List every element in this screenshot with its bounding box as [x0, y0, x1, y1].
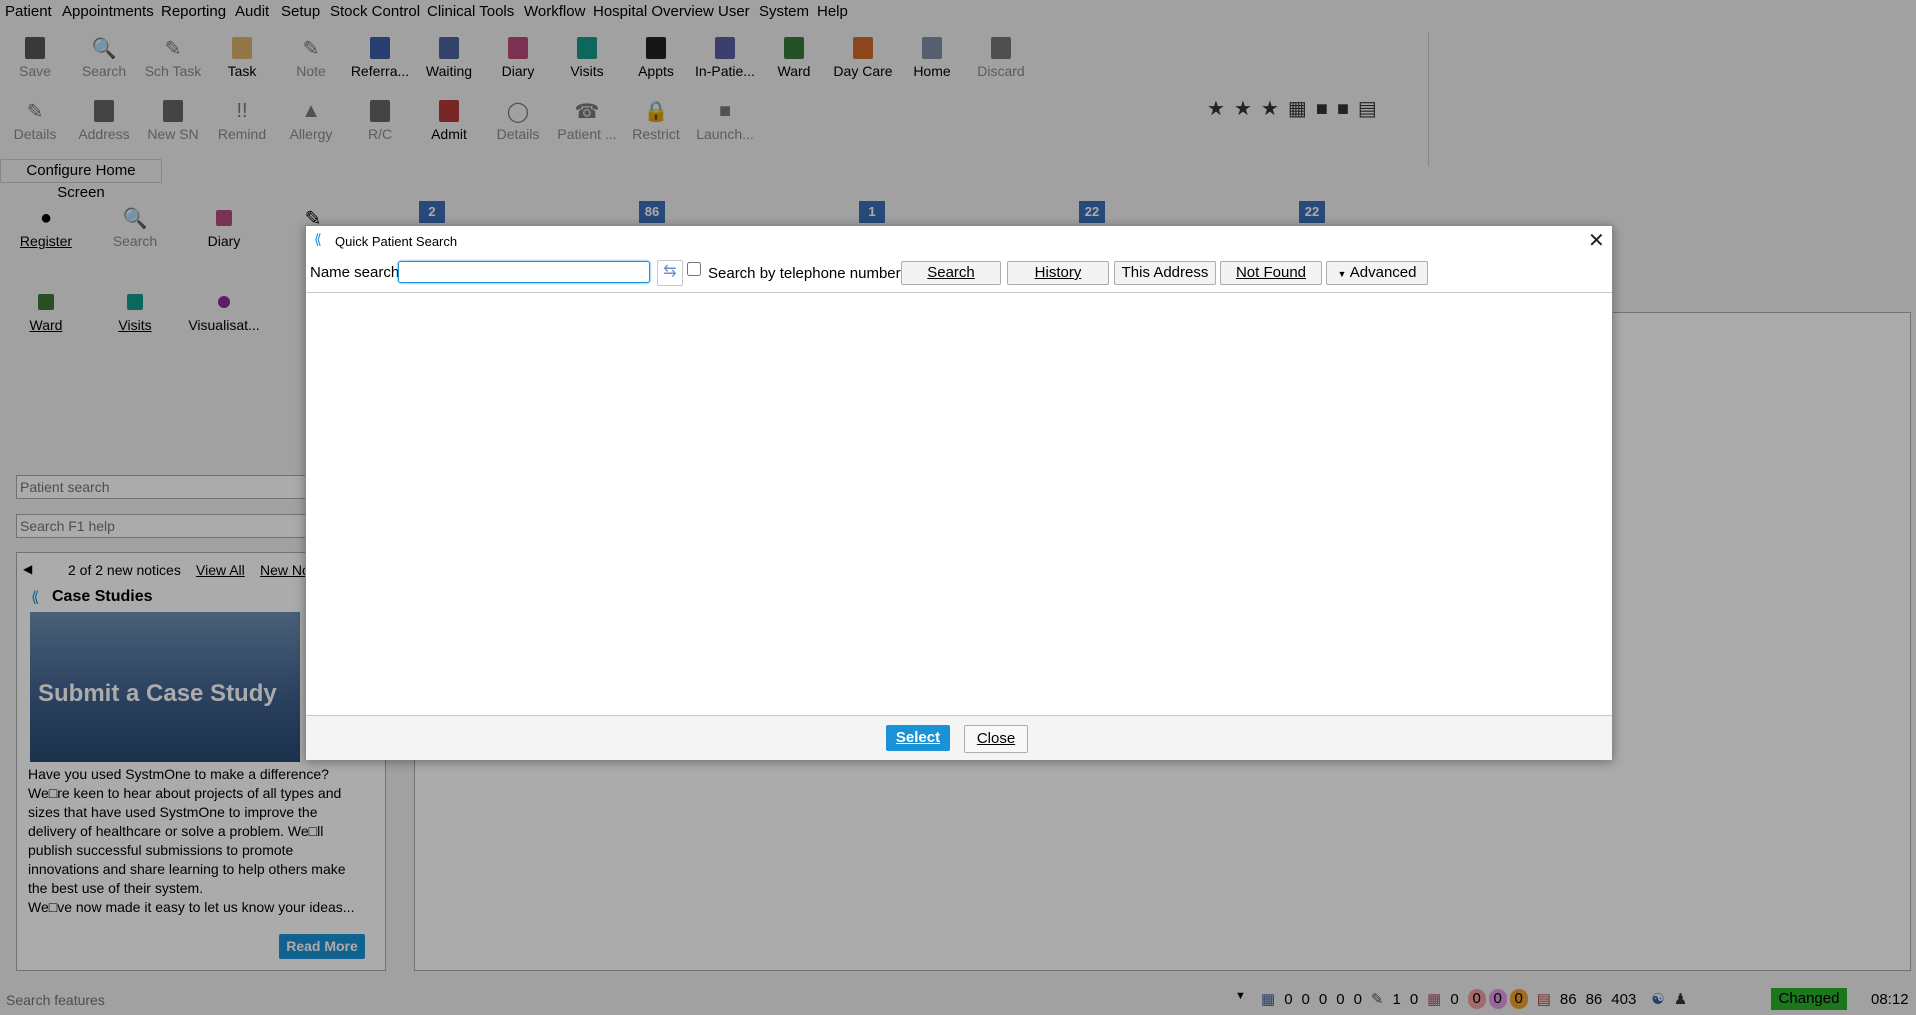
dialog-footer: [306, 715, 1612, 760]
select-button[interactable]: Select: [886, 725, 950, 751]
telephone-search-label: Search by telephone number: [708, 265, 901, 282]
search-results-list[interactable]: [306, 293, 1612, 715]
telephone-search-checkbox[interactable]: [687, 262, 701, 276]
this-address-button[interactable]: This Address: [1114, 261, 1216, 285]
swap-name-order-icon[interactable]: ⇆: [657, 260, 683, 286]
dialog-title: Quick Patient Search: [335, 234, 458, 249]
close-button[interactable]: Close: [964, 725, 1028, 753]
not-found-button[interactable]: Not Found: [1220, 261, 1322, 285]
expand-chevron-icon: ▼: [1337, 269, 1347, 279]
search-button[interactable]: Search: [901, 261, 1001, 285]
close-icon[interactable]: ✕: [1588, 228, 1605, 253]
systmone-logo-icon: ⟪: [314, 231, 322, 247]
quick-patient-search-dialog: ⟪ Quick Patient Search ✕ Name search ⇆ S…: [305, 225, 1613, 760]
name-search-label: Name search: [310, 264, 400, 281]
dialog-titlebar[interactable]: ⟪ Quick Patient Search ✕: [306, 226, 1612, 256]
history-button[interactable]: History: [1007, 261, 1109, 285]
name-search-input[interactable]: [398, 261, 650, 283]
advanced-button[interactable]: ▼ Advanced: [1326, 261, 1428, 285]
